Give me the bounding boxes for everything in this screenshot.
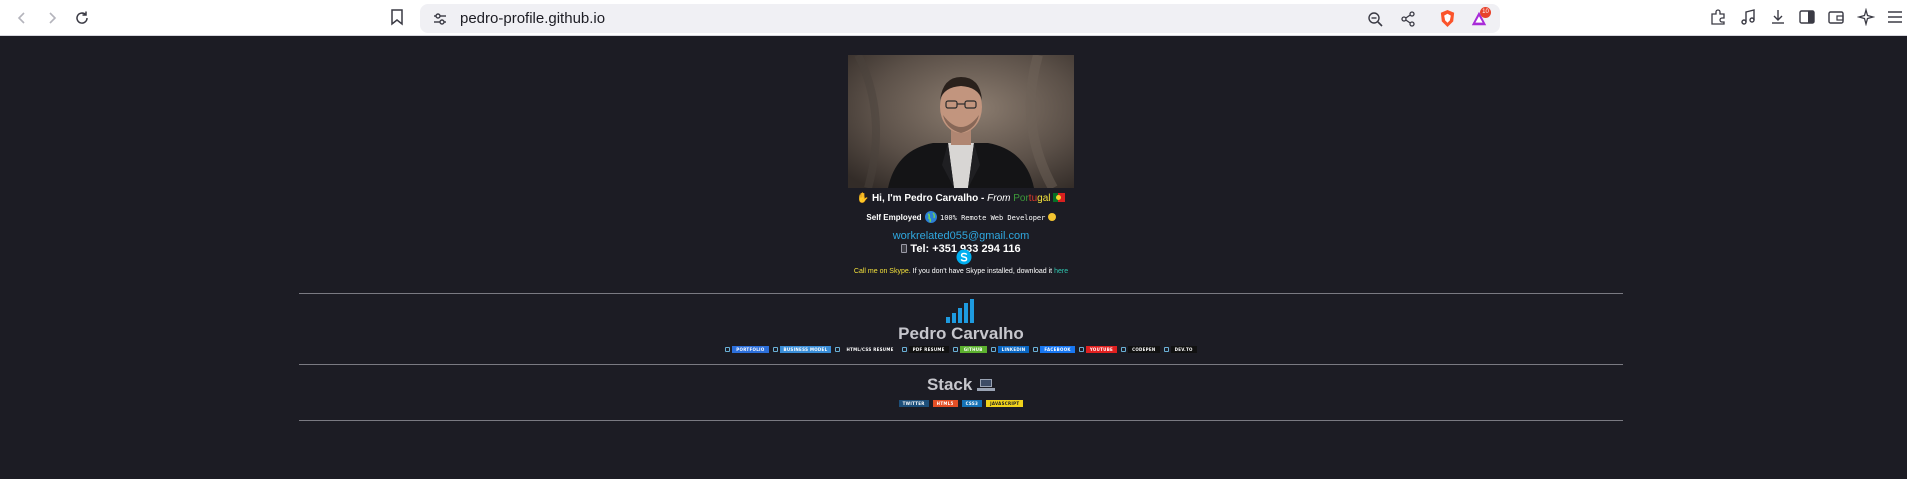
reload-icon: [76, 11, 88, 24]
laptop-icon: [977, 379, 996, 391]
bookmark-icon[interactable]: [389, 8, 405, 26]
remote-text: 100% Remote Web Developer: [940, 214, 1046, 222]
link-icon: [990, 347, 996, 352]
download-icon[interactable]: [1769, 8, 1787, 26]
badge-link[interactable]: PDF RESUME: [901, 346, 949, 353]
forward-button[interactable]: [40, 6, 64, 30]
reload-button[interactable]: [70, 6, 94, 30]
badge-label: GITHUB: [959, 346, 987, 353]
skype-call-link[interactable]: Call me on Skype.: [854, 268, 911, 275]
badge-label: YOUTUBE: [1085, 346, 1118, 353]
globe-icon: [924, 211, 937, 223]
email-link[interactable]: workrelated055@gmail.com: [0, 230, 1907, 242]
page-content: ✋ Hi, I'm Pedro Carvalho - From Portugal…: [0, 37, 1907, 479]
portrait-illustration: [848, 55, 1074, 188]
country-part-1: Por: [1013, 193, 1029, 204]
badge-link[interactable]: YOUTUBE: [1078, 346, 1118, 353]
badge-link[interactable]: DEV.TO: [1163, 346, 1197, 353]
link-icon: [901, 347, 907, 352]
link-icon: [952, 347, 958, 352]
country-part-2: tu: [1028, 193, 1038, 204]
badge-link[interactable]: HTML5: [932, 400, 958, 407]
stack-heading-row: Stack: [0, 375, 1907, 395]
address-bar[interactable]: pedro-profile.github.io 10: [420, 4, 1500, 33]
greeting-text: Hi, I'm Pedro Carvalho -: [871, 193, 988, 204]
link-icon: [1078, 347, 1084, 352]
badge-label: CODEPEN: [1128, 346, 1160, 353]
stack-badge-row: TWITTER HTML5 CSS3 JAVASCRIPT: [0, 400, 1907, 407]
skype-download-link[interactable]: here: [1054, 268, 1068, 275]
badge-label: BUSINESS MODEL: [779, 346, 832, 353]
link-icon: [1121, 347, 1127, 352]
back-arrow-icon: [17, 12, 25, 24]
badge-label: PDF RESUME: [908, 346, 949, 353]
link-icon: [835, 347, 841, 352]
music-icon[interactable]: [1739, 8, 1757, 26]
tel-line: Tel: +351 933 294 116: [0, 243, 1907, 255]
badge-link[interactable]: BUSINESS MODEL: [772, 346, 832, 353]
intro-line: ✋ Hi, I'm Pedro Carvalho - From Portugal: [0, 193, 1907, 204]
zoom-out-icon[interactable]: [1367, 11, 1383, 27]
divider-1: [299, 293, 1623, 294]
brave-shields-icon[interactable]: [1438, 9, 1457, 28]
site-settings-icon[interactable]: [432, 11, 448, 27]
share-icon[interactable]: [1400, 11, 1416, 27]
divider-2: [299, 364, 1623, 365]
badge-label: CSS3: [961, 400, 983, 407]
smile-icon: [1047, 213, 1056, 221]
badge-label: DEV.TO: [1170, 346, 1197, 353]
badge-label: PORTFOLIO: [732, 346, 769, 353]
badge-link[interactable]: PORTFOLIO: [725, 346, 769, 353]
badge-link[interactable]: CODEPEN: [1121, 346, 1160, 353]
employment-line: Self Employed 100% Remote Web Developer: [0, 210, 1907, 224]
links-heading: Pedro Carvalho: [898, 324, 1024, 343]
link-icon: [1163, 347, 1169, 352]
badge-label: JAVASCRIPT: [986, 400, 1024, 407]
badge-label: FACEBOOK: [1040, 346, 1075, 353]
badge-link[interactable]: CSS3: [961, 400, 983, 407]
skype-note: If you don't have Skype installed, downl…: [910, 268, 1055, 275]
badge-link[interactable]: TWITTER: [898, 400, 929, 407]
country-part-3: gal: [1037, 193, 1051, 204]
from-label: From: [987, 193, 1014, 204]
stack-heading: Stack: [926, 375, 973, 394]
profile-photo: [848, 55, 1074, 188]
link-icon: [772, 347, 778, 352]
url-text[interactable]: pedro-profile.github.io: [460, 10, 605, 27]
employment-status: Self Employed: [866, 213, 922, 222]
badge-link[interactable]: JAVASCRIPT: [986, 400, 1024, 407]
badge-label: HTML5: [932, 400, 958, 407]
skype-icon[interactable]: [956, 249, 972, 265]
badge-link[interactable]: GITHUB: [952, 346, 987, 353]
leo-ai-icon[interactable]: [1857, 8, 1875, 26]
brave-rewards-button[interactable]: 10: [1470, 7, 1492, 28]
sidebar-icon[interactable]: [1798, 8, 1816, 26]
menu-icon[interactable]: [1886, 8, 1904, 26]
portugal-flag-icon: [1053, 193, 1066, 202]
links-badge-row: PORTFOLIO BUSINESS MODEL HTML/CSS RESUME PD…: [0, 346, 1907, 353]
wallet-icon[interactable]: [1827, 8, 1845, 26]
badge-link[interactable]: FACEBOOK: [1033, 346, 1075, 353]
badge-link[interactable]: HTML/CSS RESUME: [835, 346, 898, 353]
badge-label: HTML/CSS RESUME: [842, 346, 898, 353]
link-icon: [725, 347, 731, 352]
wave-icon: ✋: [856, 193, 870, 204]
link-icon: [1033, 347, 1039, 352]
badge-label: LINKEDIN: [997, 346, 1030, 353]
extensions-icon[interactable]: [1709, 8, 1727, 26]
skype-line: Call me on Skype. If you don't have Skyp…: [0, 268, 1907, 275]
phone-icon: [901, 244, 908, 253]
back-button[interactable]: [10, 6, 34, 30]
divider-3: [299, 420, 1623, 421]
browser-toolbar: pedro-profile.github.io 10: [0, 0, 1907, 36]
badge-label: TWITTER: [898, 400, 929, 407]
signal-bars-icon: [946, 299, 974, 323]
badge-link[interactable]: LINKEDIN: [990, 346, 1030, 353]
forward-arrow-icon: [49, 12, 57, 24]
notification-count-badge: 10: [1480, 7, 1491, 18]
